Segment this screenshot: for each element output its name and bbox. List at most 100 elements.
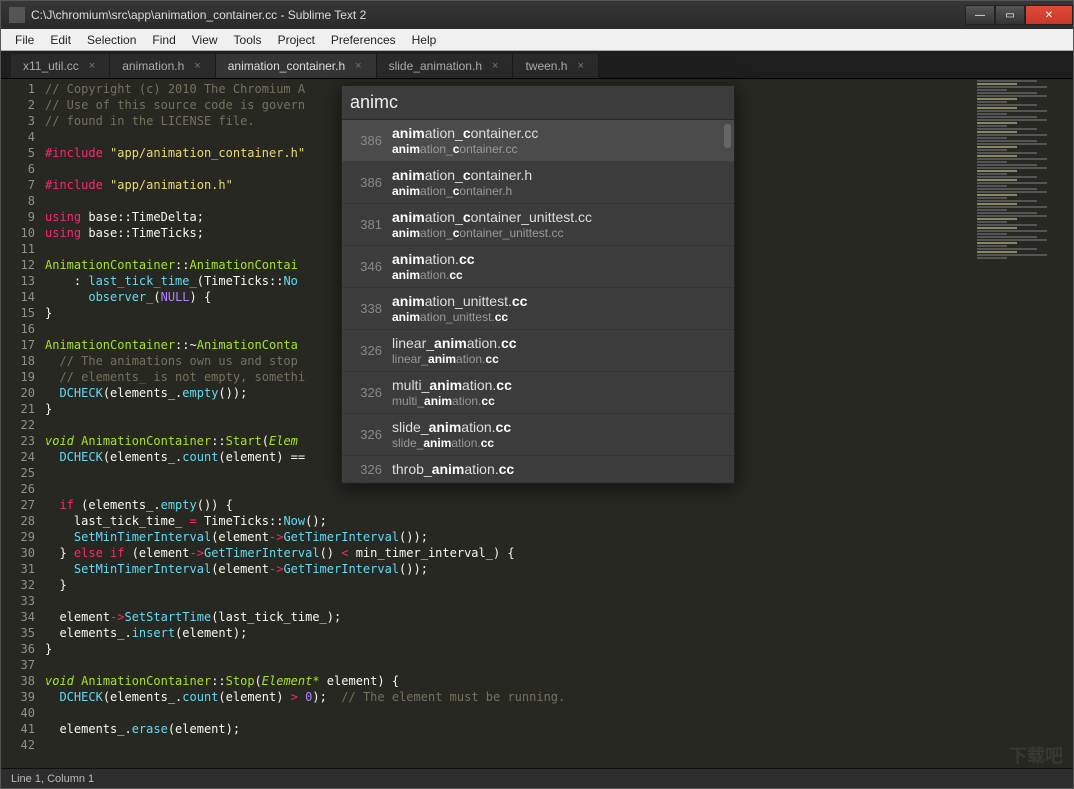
goto-result-item[interactable]: 326multi_animation.ccmulti_animation.cc [342,372,734,414]
minimap-line [977,221,1007,223]
minimap-line [977,209,1007,211]
line-number: 21 [1,401,45,417]
goto-result-item[interactable]: 326 throb_animation.cc [342,456,734,483]
goto-secondary: linear_animation.cc [392,352,724,366]
goto-text: throb_animation.cc [392,461,724,477]
minimap-line [977,128,1037,130]
line-number: 19 [1,369,45,385]
minimap-line [977,83,1017,85]
minimap-line [977,227,1017,229]
line-number: 2 [1,97,45,113]
code-line [45,657,973,673]
tab-close-icon[interactable]: × [492,60,498,72]
line-number: 4 [1,129,45,145]
minimap-line [977,80,1037,82]
code-line: SetMinTimerInterval(element->GetTimerInt… [45,529,973,545]
tab-label: slide_animation.h [389,59,482,73]
minimap-line [977,116,1037,118]
line-number: 30 [1,545,45,561]
minimap-line [977,191,1047,193]
goto-result-item[interactable]: 326 linear_animation.cclinear_animation.c… [342,330,734,372]
minimap-line [977,146,1017,148]
tab-close-icon[interactable]: × [89,60,95,72]
goto-text: animation_unittest.ccanimation_unittest.… [392,293,724,324]
minimap-line [977,155,1017,157]
code-line [45,593,973,609]
menu-preferences[interactable]: Preferences [323,31,404,49]
minimap-line [977,140,1037,142]
menu-find[interactable]: Find [144,31,183,49]
minimap[interactable] [973,79,1073,768]
menu-file[interactable]: File [7,31,42,49]
minimap-line [977,224,1037,226]
goto-score: 326 [352,427,382,442]
minimap-line [977,212,1037,214]
minimize-icon: — [975,10,985,21]
menu-project[interactable]: Project [270,31,323,49]
line-number: 23 [1,433,45,449]
goto-scrollbar[interactable] [724,124,731,148]
goto-result-item[interactable]: 326slide_animation.ccslide_animation.cc [342,414,734,456]
menu-tools[interactable]: Tools [226,31,270,49]
line-number: 17 [1,337,45,353]
code-line: element->SetStartTime(last_tick_time_); [45,609,973,625]
goto-input-row [342,86,734,120]
tab-close-icon[interactable]: × [355,60,361,72]
goto-primary: animation_container.h [392,167,724,183]
minimap-line [977,257,1007,259]
tab[interactable]: slide_animation.h × [377,54,514,78]
goto-score: 346 [352,259,382,274]
minimap-line [977,98,1017,100]
goto-result-item[interactable]: 346animation.ccanimation.cc [342,246,734,288]
minimap-line [977,206,1047,208]
goto-result-item[interactable]: 386animation_container.ccanimation_conta… [342,120,734,162]
tab-label: tween.h [525,59,567,73]
line-number: 29 [1,529,45,545]
code-line: elements_.erase(element); [45,721,973,737]
goto-score: 386 [352,175,382,190]
menu-edit[interactable]: Edit [42,31,79,49]
code-line: last_tick_time_ = TimeTicks::Now(); [45,513,973,529]
code-line: } [45,641,973,657]
goto-score: 326 [352,343,382,358]
minimap-line [977,188,1037,190]
minimap-line [977,89,1007,91]
minimap-line [977,248,1037,250]
goto-result-item[interactable]: 381animation_container_unittest.ccanimat… [342,204,734,246]
goto-text: linear_animation.cclinear_animation.cc [392,335,724,366]
goto-primary: linear_animation.cc [392,335,724,351]
menu-selection[interactable]: Selection [79,31,144,49]
tab[interactable]: animation_container.h× [216,54,377,78]
tab[interactable]: tween.h × [513,54,598,78]
tab[interactable]: animation.h× [110,54,215,78]
goto-score: 386 [352,133,382,148]
menu-help[interactable]: Help [404,31,445,49]
line-number: 38 [1,673,45,689]
minimap-line [977,92,1037,94]
maximize-button[interactable]: ▭ [995,5,1025,25]
minimize-button[interactable]: — [965,5,995,25]
line-number: 9 [1,209,45,225]
goto-result-item[interactable]: 386animation_container.hanimation_contai… [342,162,734,204]
window-controls: — ▭ ✕ [965,5,1073,25]
goto-primary: slide_animation.cc [392,419,724,435]
close-icon: ✕ [1045,10,1053,21]
line-number: 6 [1,161,45,177]
menu-view[interactable]: View [184,31,226,49]
code-line: } [45,577,973,593]
goto-input[interactable] [350,92,726,113]
tab-close-icon[interactable]: × [577,60,583,72]
goto-result-item[interactable]: 338animation_unittest.ccanimation_unitte… [342,288,734,330]
tab[interactable]: x11_util.cc× [11,54,110,78]
cursor-position: Line 1, Column 1 [11,773,94,785]
goto-score: 326 [352,462,382,477]
line-number: 13 [1,273,45,289]
line-number: 5 [1,145,45,161]
title-bar[interactable]: C:\J\chromium\src\app\animation_containe… [1,1,1073,29]
minimap-line [977,251,1017,253]
code-line: if (elements_.empty()) { [45,497,973,513]
line-number: 20 [1,385,45,401]
minimap-line [977,242,1017,244]
tab-close-icon[interactable]: × [194,60,200,72]
close-button[interactable]: ✕ [1025,5,1073,25]
